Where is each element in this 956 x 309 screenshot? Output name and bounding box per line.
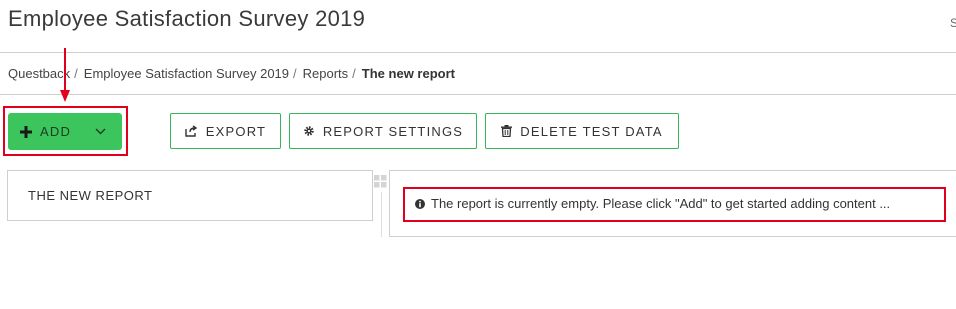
chevron-down-icon[interactable] [95, 128, 106, 135]
export-button-label: EXPORT [205, 123, 267, 139]
header-divider [0, 52, 956, 53]
export-icon [185, 125, 198, 137]
report-list-item-label: THE NEW REPORT [28, 188, 153, 203]
report-settings-button-label: REPORT SETTINGS [322, 123, 464, 139]
breadcrumb-item-survey[interactable]: Employee Satisfaction Survey 2019 [84, 66, 289, 81]
breadcrumb-item-reports[interactable]: Reports [303, 66, 349, 81]
report-settings-button[interactable]: REPORT SETTINGS [289, 113, 477, 149]
empty-report-message-text: The report is currently empty. Please cl… [431, 196, 891, 211]
empty-report-message: The report is currently empty. Please cl… [415, 196, 890, 211]
breadcrumb: Questback / Employee Satisfaction Survey… [8, 66, 455, 81]
info-icon [415, 198, 425, 209]
delete-test-data-button-label: DELETE TEST DATA [520, 123, 663, 139]
add-button[interactable]: ADD [8, 113, 122, 150]
breadcrumb-divider [0, 94, 956, 95]
breadcrumb-separator: / [74, 66, 78, 81]
header-corner-text: S [950, 16, 956, 30]
page-title: Employee Satisfaction Survey 2019 [8, 6, 366, 31]
panel-resize-divider[interactable] [381, 192, 382, 237]
plus-icon [20, 125, 32, 138]
breadcrumb-separator: / [293, 66, 297, 81]
delete-test-data-button[interactable]: DELETE TEST DATA [485, 113, 679, 149]
trash-icon [501, 125, 513, 137]
add-button-label: ADD [40, 124, 72, 139]
report-list-item[interactable]: THE NEW REPORT [7, 170, 373, 221]
breadcrumb-separator: / [352, 66, 356, 81]
annotation-arrow-icon [60, 48, 70, 102]
gear-icon [303, 125, 315, 137]
drag-handle-icon[interactable] [374, 175, 387, 188]
export-button[interactable]: EXPORT [170, 113, 281, 149]
breadcrumb-current: The new report [361, 66, 455, 81]
